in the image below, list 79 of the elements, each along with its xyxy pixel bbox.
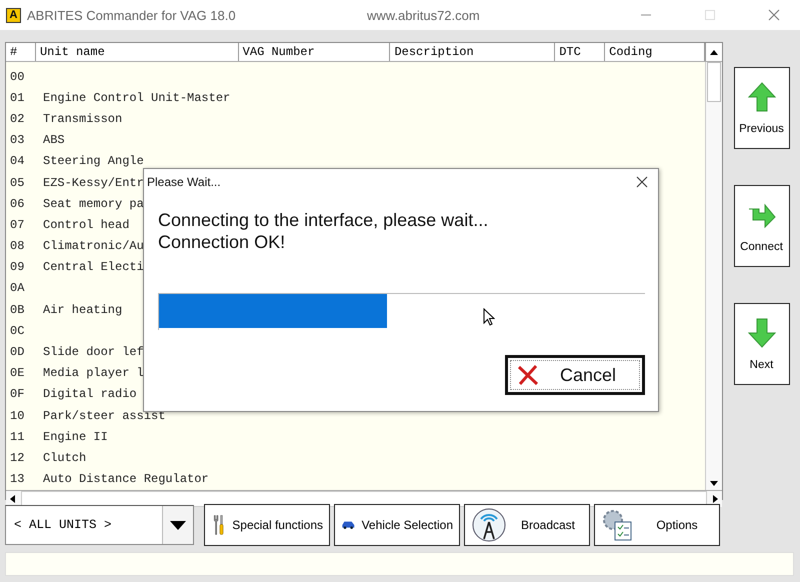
up-arrow-icon [746, 81, 776, 113]
cross-icon [516, 364, 540, 386]
unit-number: 0C [9, 324, 26, 338]
down-arrow-icon[interactable] [710, 480, 718, 486]
up-arrow-icon [710, 50, 718, 54]
vertical-scrollbar[interactable] [705, 62, 722, 490]
unit-number: 0F [9, 387, 26, 402]
next-button[interactable]: Next [734, 303, 790, 385]
column-header[interactable]: # [6, 43, 36, 61]
unit-number: 00 [9, 70, 26, 84]
unit-number: 08 [9, 239, 26, 254]
unit-filter-dropdown[interactable]: < ALL UNITS > [5, 505, 194, 545]
dialog-message: Connection OK! [158, 231, 286, 253]
connect-button[interactable]: Connect [734, 185, 790, 267]
unit-number: 12 [9, 450, 26, 465]
table-row[interactable]: 01 Engine Control Unit-Master [6, 87, 705, 108]
unit-name: Air heating [43, 302, 122, 317]
antenna-icon [471, 507, 507, 543]
unit-number: 03 [9, 133, 26, 148]
vehicle-selection-button[interactable]: Vehicle Selection [334, 504, 460, 546]
unit-name: Clutch [43, 450, 86, 465]
dropdown-arrow-icon [170, 520, 186, 530]
table-row[interactable]: 04 Steering Angle [6, 150, 705, 172]
unit-number: 09 [9, 260, 26, 274]
column-header[interactable]: Unit name [36, 43, 239, 61]
column-header[interactable]: Coding [605, 43, 706, 61]
table-row[interactable]: 00 [6, 66, 705, 88]
column-header[interactable]: DTC [555, 43, 606, 61]
unit-number: 04 [9, 154, 26, 168]
unit-name: Engine II [43, 430, 108, 444]
unit-name: ABS [43, 133, 65, 148]
table-row[interactable]: 12 Clutch [6, 447, 705, 469]
unit-number: 11 [9, 430, 26, 444]
special-functions-button[interactable]: Special functions [204, 504, 330, 546]
close-icon[interactable] [636, 176, 648, 188]
table-row[interactable]: 02 Transmisson [6, 108, 705, 130]
table-row[interactable]: 13 Auto Distance Regulator [6, 468, 705, 490]
unit-name: Steering Angle [43, 154, 144, 168]
options-button[interactable]: Options [594, 504, 720, 546]
window-title: ABRITES Commander for VAG 18.0 [27, 8, 237, 22]
unit-name: Digital radio [43, 387, 137, 402]
unit-number: 0B [9, 302, 26, 317]
unit-number: 0A [9, 281, 26, 296]
dialog-message: Connecting to the interface, please wait... [158, 209, 490, 231]
unit-number: 05 [9, 176, 26, 190]
unit-name: Control head [43, 218, 130, 232]
column-header[interactable]: VAG Number [238, 43, 390, 61]
unit-number: 0D [9, 345, 26, 360]
window-url: www.abritus72.com [367, 8, 481, 22]
mouse-cursor-icon [483, 308, 495, 326]
unit-name: Media player l [43, 366, 144, 380]
previous-button[interactable]: Previous [734, 67, 790, 149]
down-arrow-icon [746, 317, 776, 349]
unit-name: Slide door lef [43, 345, 144, 360]
table-row[interactable]: 03 ABS [6, 130, 705, 151]
left-arrow-icon[interactable] [10, 494, 15, 503]
column-header[interactable]: Description [390, 43, 556, 61]
table-row[interactable]: 11 Engine II [6, 426, 705, 448]
broadcast-button[interactable]: Broadcast [464, 504, 590, 546]
unit-name: EZS-Kessy/Entr [43, 176, 144, 190]
unit-name: Park/steer assist [43, 408, 166, 423]
unit-name: Auto Distance Regulator [43, 472, 209, 486]
unit-name: Transmisson [43, 112, 122, 126]
unit-number: 0E [9, 366, 26, 380]
unit-name: Climatronic/Au [43, 239, 144, 254]
scroll-thumb[interactable] [707, 62, 721, 102]
unit-name: Seat memory pa [43, 196, 144, 211]
app-logo: A [6, 8, 21, 22]
dialog-title: Please Wait... [147, 175, 221, 189]
unit-number: 02 [9, 112, 26, 126]
unit-name: Engine Control Unit-Master [43, 90, 230, 105]
cancel-button[interactable]: Cancel [505, 355, 645, 395]
unit-number: 10 [9, 408, 26, 423]
unit-number: 07 [9, 218, 26, 232]
unit-number: 13 [9, 472, 26, 486]
right-arrow-icon[interactable] [713, 494, 718, 503]
unit-name: Central Electi [43, 260, 144, 274]
unit-number: 01 [9, 90, 26, 105]
unit-number: 06 [9, 196, 26, 211]
